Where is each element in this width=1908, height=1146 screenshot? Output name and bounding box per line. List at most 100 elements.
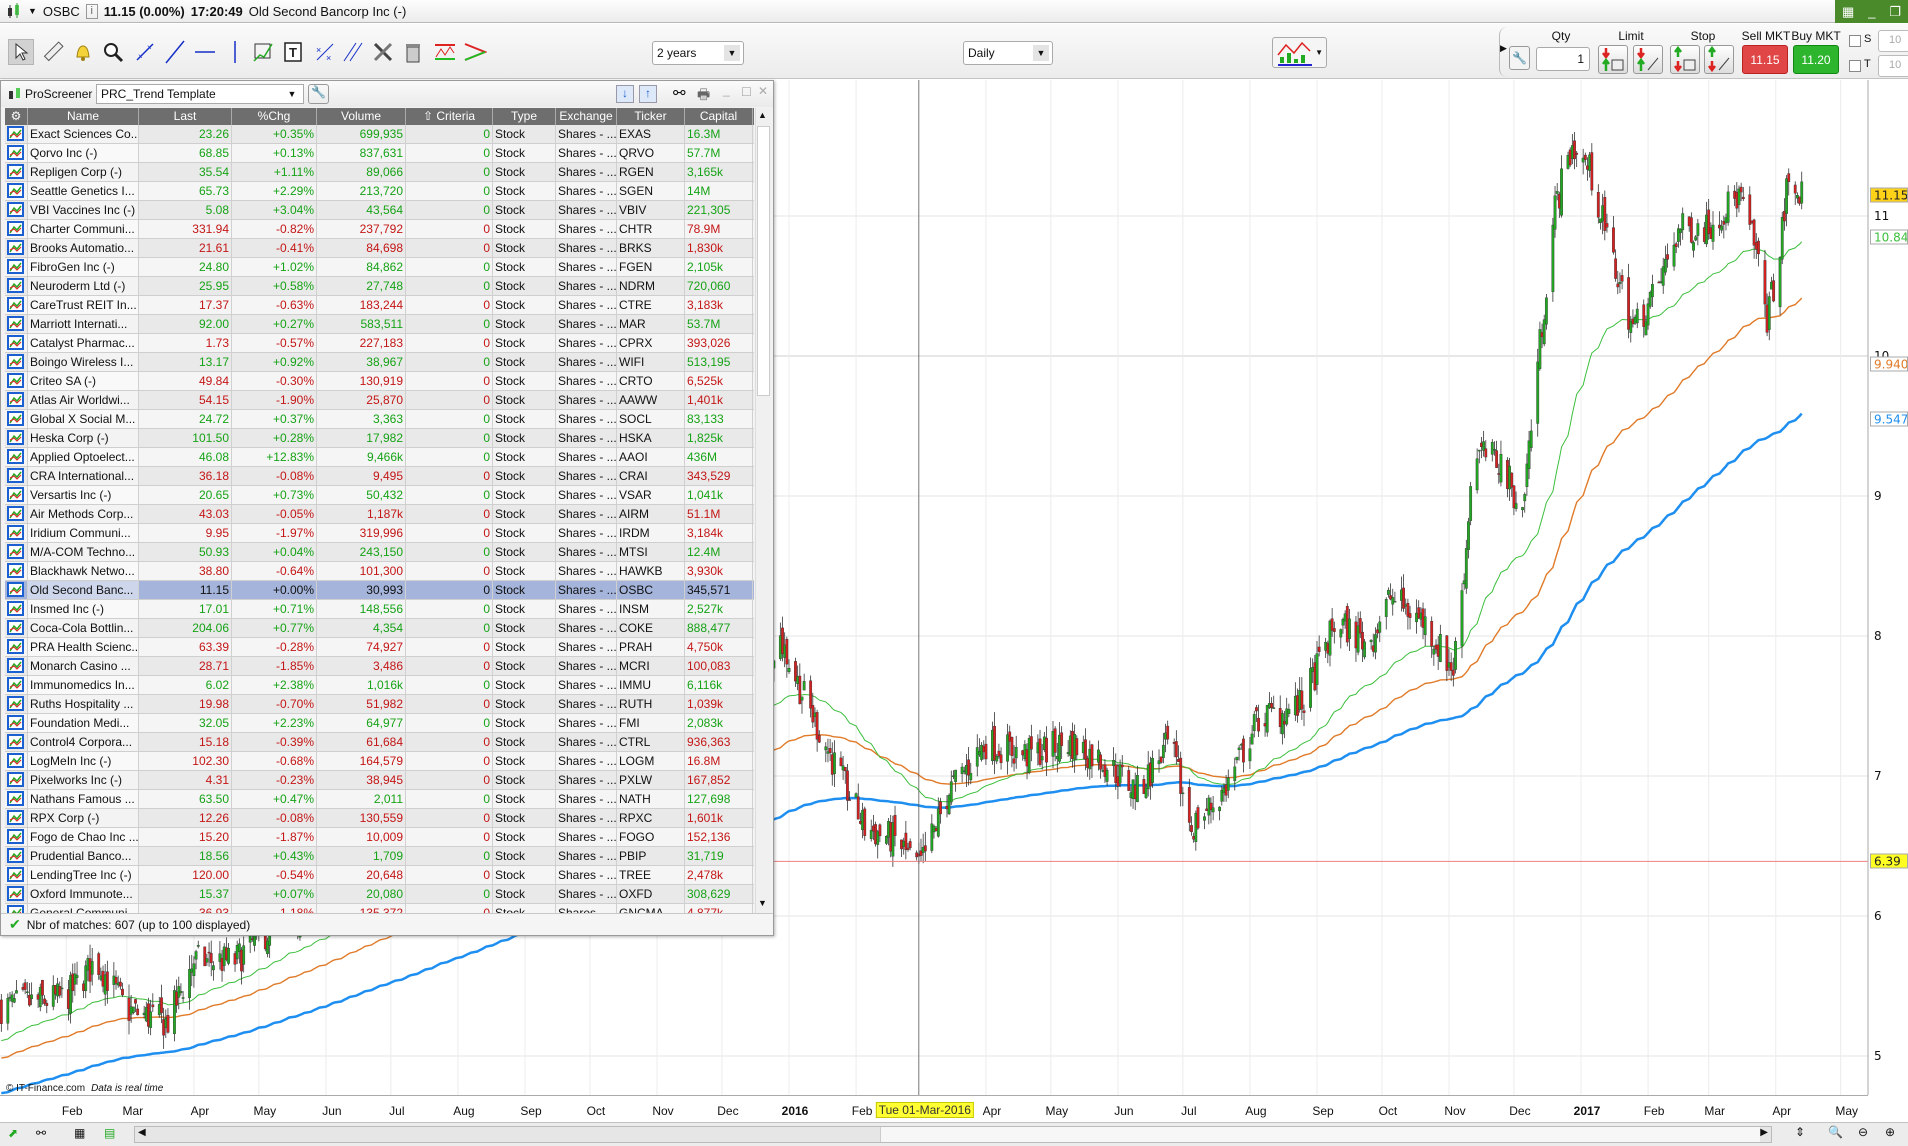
open-chart-icon[interactable] — [5, 790, 28, 808]
table-row[interactable]: Repligen Corp (-) 35.54 +1.11% 89,066 0 Stock… — [5, 163, 754, 182]
table-row[interactable]: Air Methods Corp... 43.03 -0.05% 1,187k 0 Sto… — [5, 505, 754, 524]
table-row[interactable]: LendingTree Inc (-) 120.00 -0.54% 20,648 0 St… — [5, 866, 754, 885]
open-chart-icon[interactable] — [5, 600, 28, 618]
column-header-name[interactable]: Name — [28, 108, 139, 125]
table-row[interactable]: Insmed Inc (-) 17.01 +0.71% 148,556 0 Stock Sh… — [5, 600, 754, 619]
add-chart-icon[interactable]: ⬈ — [8, 1126, 18, 1140]
table-row[interactable]: Neuroderm Ltd (-) 25.95 +0.58% 27,748 0 Stock… — [5, 277, 754, 296]
calculator-icon[interactable]: ▦ — [74, 1126, 85, 1140]
open-chart-icon[interactable] — [5, 581, 28, 599]
open-chart-icon[interactable] — [5, 239, 28, 257]
table-row[interactable]: Immunomedics In... 6.02 +2.38% 1,016k 0 Stock… — [5, 676, 754, 695]
table-row[interactable]: Seattle Genetics I... 65.73 +2.29% 213,720 0… — [5, 182, 754, 201]
open-chart-icon[interactable] — [5, 543, 28, 561]
column-header-capital[interactable]: Capital — [685, 108, 753, 125]
open-chart-icon[interactable] — [5, 182, 28, 200]
table-row[interactable]: M/A-COM Techno... 50.93 +0.04% 243,150 0 Stoc… — [5, 543, 754, 562]
table-row[interactable]: Qorvo Inc (-) 68.85 +0.13% 837,631 0 Stock Sha… — [5, 144, 754, 163]
table-row[interactable]: Pixelworks Inc (-) 4.31 -0.23% 38,945 0 Stock… — [5, 771, 754, 790]
link-icon[interactable]: ⚯ — [673, 84, 686, 102]
table-row[interactable]: Brooks Automatio... 21.61 -0.41% 84,698 0 Sto… — [5, 239, 754, 258]
open-chart-icon[interactable] — [5, 562, 28, 580]
open-chart-icon[interactable] — [5, 410, 28, 428]
open-chart-icon[interactable] — [5, 125, 28, 143]
open-chart-icon[interactable] — [5, 809, 28, 827]
scrollbar-thumb[interactable] — [880, 1127, 1760, 1142]
open-chart-icon[interactable] — [5, 486, 28, 504]
maximize-icon[interactable]: ☐ — [741, 85, 752, 99]
open-chart-icon[interactable] — [5, 676, 28, 694]
scroll-up-icon[interactable]: ▲ — [758, 110, 767, 120]
table-row[interactable]: RPX Corp (-) 12.26 -0.08% 130,559 0 Stock Shar… — [5, 809, 754, 828]
table-row[interactable]: Prudential Banco... 18.56 +0.43% 1,709 0 Stoc… — [5, 847, 754, 866]
open-chart-icon[interactable] — [5, 220, 28, 238]
zoom-auto-icon[interactable]: 🔍 — [1828, 1125, 1843, 1139]
sort-down-icon[interactable]: ↓ — [616, 85, 634, 103]
table-row[interactable]: FibroGen Inc (-) 24.80 +1.02% 84,862 0 Stock S… — [5, 258, 754, 277]
table-row[interactable]: Coca-Cola Bottlin... 204.06 +0.77% 4,354 0 St… — [5, 619, 754, 638]
open-chart-icon[interactable] — [5, 904, 28, 913]
open-chart-icon[interactable] — [5, 866, 28, 884]
table-row[interactable]: Marriott Internati... 92.00 +0.27% 583,511 0… — [5, 315, 754, 334]
table-row[interactable]: Heska Corp (-) 101.50 +0.28% 17,982 0 Stock Sh… — [5, 429, 754, 448]
table-row[interactable]: Exact Sciences Co... 23.26 +0.35% 699,935 0 S… — [5, 125, 754, 144]
column-header-type[interactable]: Type — [493, 108, 556, 125]
open-chart-icon[interactable] — [5, 372, 28, 390]
table-row[interactable]: PRA Health Scienc... 63.39 -0.28% 74,927 0 St… — [5, 638, 754, 657]
table-row[interactable]: Ruths Hospitality ... 19.98 -0.70% 51,982 0 S… — [5, 695, 754, 714]
date-axis[interactable]: Feb Mar Apr May Jun Jul Aug Sep Oct Nov Dec 2016 Feb… — [0, 1095, 1868, 1122]
table-row[interactable]: Charter Communi... 331.94 -0.82% 237,792 0 St… — [5, 220, 754, 239]
table-row[interactable]: General Communi... 36.93 -1.18% 135,372 0 Sto… — [5, 904, 754, 913]
link-icon[interactable]: ⚯ — [36, 1126, 46, 1140]
table-row[interactable]: Oxford Immunote... 15.37 +0.07% 20,080 0 Stoc… — [5, 885, 754, 904]
vertical-scrollbar[interactable]: ▲ ▼ — [755, 108, 771, 913]
scroll-left-icon[interactable]: ◀ — [138, 1127, 146, 1138]
table-row[interactable]: LogMeIn Inc (-) 102.30 -0.68% 164,579 0 Stock… — [5, 752, 754, 771]
open-chart-icon[interactable] — [5, 885, 28, 903]
table-row[interactable]: CareTrust REIT In... 17.37 -0.63% 183,244 0 S… — [5, 296, 754, 315]
open-chart-icon[interactable] — [5, 524, 28, 542]
table-row[interactable]: Iridium Communi... 9.95 -1.97% 319,996 0 Stoc… — [5, 524, 754, 543]
chart-wrench-icon[interactable]: ⚙ — [5, 108, 28, 125]
open-chart-icon[interactable] — [5, 144, 28, 162]
table-row[interactable]: Catalyst Pharmac... 1.73 -0.57% 227,183 0 Sto… — [5, 334, 754, 353]
scrollbar-thumb[interactable] — [757, 126, 770, 396]
open-chart-icon[interactable] — [5, 828, 28, 846]
open-chart-icon[interactable] — [5, 201, 28, 219]
column-header-ticker[interactable]: Ticker — [617, 108, 685, 125]
horizontal-scrollbar[interactable]: ◀ ▶ — [134, 1126, 1772, 1143]
open-chart-icon[interactable] — [5, 334, 28, 352]
open-chart-icon[interactable] — [5, 163, 28, 181]
table-row[interactable]: Control4 Corpora... 15.18 -0.39% 61,684 0 Sto… — [5, 733, 754, 752]
open-chart-icon[interactable] — [5, 448, 28, 466]
fit-icon[interactable]: ⇕ — [1795, 1125, 1805, 1139]
table-row[interactable]: Foundation Medi... 32.05 +2.23% 64,977 0 Stoc… — [5, 714, 754, 733]
printer-icon[interactable]: 🖶 — [697, 84, 710, 108]
table-row[interactable]: Applied Optoelect... 46.08 +12.83% 9,466k 0 S… — [5, 448, 754, 467]
table-row[interactable]: Criteo SA (-) 49.84 -0.30% 130,919 0 Stock Sha… — [5, 372, 754, 391]
open-chart-icon[interactable] — [5, 771, 28, 789]
zoom-in-icon[interactable]: ⊕ — [1885, 1125, 1895, 1139]
table-row[interactable]: Atlas Air Worldwi... 54.15 -1.90% 25,870 0 St… — [5, 391, 754, 410]
table-row[interactable]: Versartis Inc (-) 20.65 +0.73% 50,432 0 Stock… — [5, 486, 754, 505]
open-chart-icon[interactable] — [5, 714, 28, 732]
open-chart-icon[interactable] — [5, 315, 28, 333]
template-select[interactable]: PRC_Trend Template ▼ — [96, 84, 304, 104]
table-row[interactable]: Fogo de Chao Inc ... 15.20 -1.87% 10,009 0 St… — [5, 828, 754, 847]
open-chart-icon[interactable] — [5, 638, 28, 656]
open-chart-icon[interactable] — [5, 353, 28, 371]
open-chart-icon[interactable] — [5, 277, 28, 295]
table-row[interactable]: VBI Vaccines Inc (-) 5.08 +3.04% 43,564 0 Sto… — [5, 201, 754, 220]
open-chart-icon[interactable] — [5, 733, 28, 751]
open-chart-icon[interactable] — [5, 258, 28, 276]
zoom-out-icon[interactable]: ⊖ — [1858, 1125, 1868, 1139]
table-row[interactable]: Nathans Famous ... 63.50 +0.47% 2,011 0 Stock… — [5, 790, 754, 809]
minimize-icon[interactable]: _ — [723, 83, 730, 97]
wrench-icon[interactable]: 🔧 — [308, 84, 329, 104]
column-header-exchange[interactable]: Exchange — [556, 108, 617, 125]
table-row[interactable]: Old Second Banc... 11.15 +0.00% 30,993 0 Stoc… — [5, 581, 754, 600]
open-chart-icon[interactable] — [5, 505, 28, 523]
table-row[interactable]: CRA International... 36.18 -0.08% 9,495 0 Sto… — [5, 467, 754, 486]
table-row[interactable]: Global X Social M... 24.72 +0.37% 3,363 0 Sto… — [5, 410, 754, 429]
column-header-criteria[interactable]: ⇧ Criteria — [406, 108, 493, 125]
